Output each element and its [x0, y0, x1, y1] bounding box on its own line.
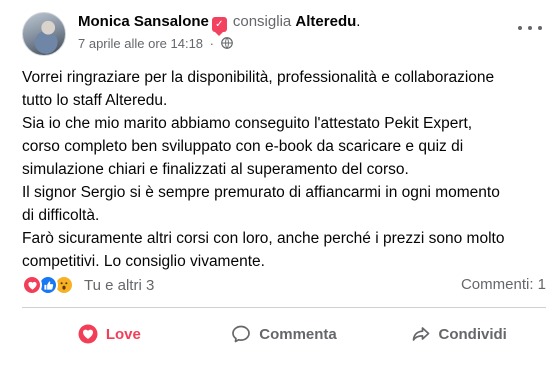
recommend-badge-icon: ✓: [211, 17, 227, 36]
post-line: simulazione chiari e finalizzati al supe…: [22, 161, 409, 178]
author-name[interactable]: Monica Sansalone: [78, 13, 209, 30]
comment-button[interactable]: Commenta: [197, 314, 372, 354]
share-button-label: Condividi: [438, 325, 507, 343]
love-button[interactable]: Love: [22, 314, 197, 354]
post-line: Farò sicuramente altri corsi con loro, a…: [22, 230, 505, 247]
comment-icon: [232, 325, 251, 343]
reactors-text[interactable]: Tu e altri 3: [84, 277, 154, 294]
more-options-icon[interactable]: [518, 20, 542, 36]
post-body: Vorrei ringraziare per la disponibilità,…: [22, 66, 552, 273]
post-line: di difficoltà.: [22, 207, 100, 224]
globe-icon: [220, 37, 233, 49]
post-title-line: Monica Sansalone ✓ consiglia Alteredu.: [78, 12, 361, 36]
share-icon: [412, 327, 429, 341]
post-line: Il signor Sergio si è sempre premurato d…: [22, 184, 500, 201]
action-bar: Love Commenta Condividi: [22, 314, 546, 354]
divider: [22, 307, 546, 308]
reaction-summary[interactable]: Tu e altri 3: [22, 274, 154, 296]
comment-button-label: Commenta: [259, 325, 337, 343]
heart-icon: [78, 324, 98, 344]
post-line: corso completo ben sviluppato con e-book…: [22, 138, 464, 155]
post-header: Monica Sansalone ✓ consiglia Alteredu. 7 a…: [22, 12, 546, 56]
page-name-suffix: .: [356, 13, 361, 30]
meta-separator: ·: [209, 36, 214, 51]
post-line: Sia io che mio marito abbiamo conseguito…: [22, 115, 473, 132]
recommends-label: consiglia: [232, 13, 292, 30]
post-stats: Tu e altri 3 Commenti: 1: [22, 274, 546, 296]
avatar[interactable]: [22, 12, 66, 56]
comments-count[interactable]: Commenti: 1: [461, 276, 546, 293]
post-timestamp[interactable]: 7 aprile alle ore 14:18: [78, 36, 203, 51]
post-line: competitivi. Lo consiglio vivamente.: [22, 253, 265, 270]
love-icon: [22, 275, 42, 295]
post-line: tutto lo staff Alteredu.: [22, 92, 168, 109]
love-button-label: Love: [105, 325, 141, 343]
post-meta: 7 aprile alle ore 14:18 ·: [78, 36, 233, 51]
page-name[interactable]: Alteredu: [295, 13, 356, 30]
share-button[interactable]: Condividi: [371, 314, 546, 354]
post-line: Vorrei ringraziare per la disponibilità,…: [22, 69, 495, 86]
